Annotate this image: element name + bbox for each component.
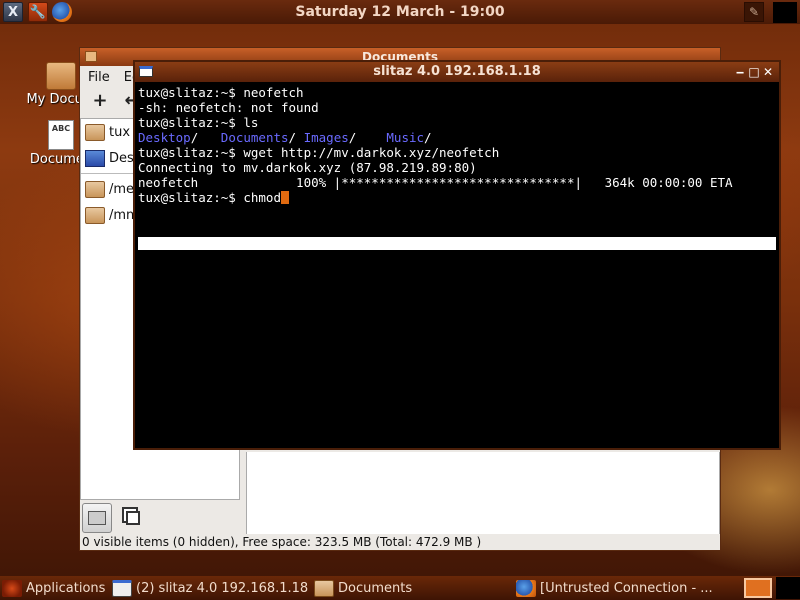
folder-icon: [85, 123, 105, 141]
task-firefox[interactable]: [Untrusted Connection - ...: [516, 579, 713, 597]
file-list-area[interactable]: [246, 452, 720, 536]
task-label: (2) slitaz 4.0 192.168.1.18: [136, 580, 309, 596]
dir-entry: Music: [386, 130, 425, 145]
dir-sep: /: [288, 130, 304, 145]
x-logo-icon[interactable]: X: [3, 2, 23, 22]
tray-black-icon[interactable]: [773, 2, 797, 23]
menu-file[interactable]: File: [88, 70, 110, 85]
new-tab-plus-icon[interactable]: +: [90, 92, 110, 112]
terminal-input-line: tux@slitaz:~$ chmod: [138, 190, 776, 205]
dir-sep: /: [190, 130, 221, 145]
terminal-prompt-input: tux@slitaz:~$ chmod: [138, 190, 281, 205]
dir-entry: Images: [303, 130, 349, 145]
tray-black-icon[interactable]: [776, 577, 800, 599]
folder-icon: [85, 206, 105, 224]
drive-view-button[interactable]: [82, 503, 112, 533]
terminal-line: tux@slitaz:~$ wget http://mv.darkok.xyz/…: [138, 145, 500, 160]
terminal-titlebar[interactable]: slitaz 4.0 192.168.1.18 ‒ □ ✕: [135, 62, 779, 82]
terminal-window: slitaz 4.0 192.168.1.18 ‒ □ ✕ tux@slitaz…: [133, 60, 781, 450]
close-icon[interactable]: ✕: [761, 62, 775, 82]
taskbar: Applications (2) slitaz 4.0 192.168.1.18…: [0, 576, 800, 600]
tray-display-icon[interactable]: [744, 578, 772, 598]
terminal-line: Connecting to mv.darkok.xyz (87.98.219.8…: [138, 160, 477, 175]
terminal-line: -sh: neofetch: not found: [138, 100, 319, 115]
task-documents[interactable]: Documents: [314, 579, 412, 597]
terminal-output[interactable]: tux@slitaz:~$ neofetch -sh: neofetch: not…: [138, 85, 776, 445]
clock[interactable]: Saturday 12 March - 19:00: [0, 4, 800, 20]
top-panel: X 🔧 f Saturday 12 March - 19:00 ✎: [0, 0, 800, 24]
ls-output-line: Desktop/ Documents/ Images/ Music/: [138, 130, 776, 145]
terminal-highlight-bar: [138, 237, 776, 250]
terminal-icon: [112, 579, 132, 597]
dir-sep: /: [348, 130, 387, 145]
maximize-icon[interactable]: □: [747, 62, 761, 82]
window-title: slitaz 4.0 192.168.1.18: [373, 64, 541, 79]
pencil-icon[interactable]: ✎: [744, 2, 764, 22]
terminal-line: tux@slitaz:~$ neofetch: [138, 85, 304, 100]
sidebar-item-label: tux: [109, 124, 131, 140]
wrench-icon[interactable]: 🔧: [28, 2, 48, 22]
terminal-line: neofetch 100% |*************************…: [138, 175, 733, 190]
dir-entry: Documents: [220, 130, 289, 145]
status-bar: 0 visible items (0 hidden), Free space: …: [80, 534, 720, 550]
window-controls: ‒ □ ✕: [733, 62, 775, 82]
text-cursor: [281, 191, 289, 204]
folder-icon: [85, 51, 97, 62]
firefox-icon[interactable]: f: [52, 2, 72, 22]
minimize-icon[interactable]: ‒: [733, 62, 747, 82]
copy-icon: [126, 511, 140, 525]
folder-icon: [46, 62, 76, 90]
firefox-icon: [516, 579, 536, 597]
task-label: [Untrusted Connection - ...: [540, 580, 713, 596]
task-label: Documents: [338, 580, 413, 596]
spider-logo-icon: [2, 579, 22, 597]
applications-menu-button[interactable]: Applications: [2, 579, 105, 597]
drive-icon: [88, 511, 106, 525]
applications-label: Applications: [26, 580, 106, 596]
text-document-icon: ABC: [48, 120, 74, 150]
copy-view-button[interactable]: [118, 503, 148, 533]
dir-entry: Desktop: [138, 130, 191, 145]
sidebar-mode-buttons: [82, 503, 154, 533]
folder-icon: [85, 180, 105, 198]
task-terminal[interactable]: (2) slitaz 4.0 192.168.1.18: [112, 579, 308, 597]
terminal-icon: [139, 66, 153, 77]
folder-icon: [314, 579, 334, 597]
dir-sep: /: [424, 130, 432, 145]
terminal-line: tux@slitaz:~$ ls: [138, 115, 259, 130]
desktop-icon: [85, 149, 105, 167]
